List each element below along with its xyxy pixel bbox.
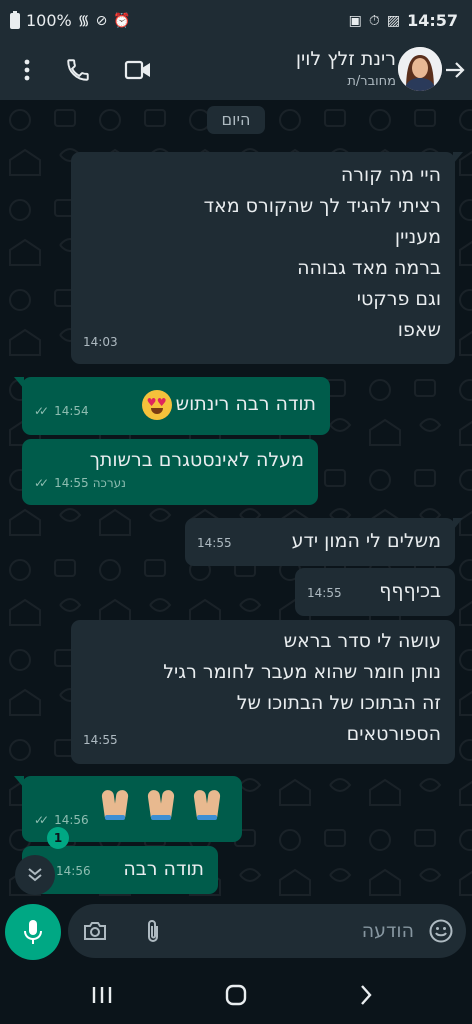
message-composer[interactable]: [68, 904, 466, 958]
message-text: משלים לי המון ידע: [291, 530, 441, 552]
bubble-tail: [453, 518, 463, 530]
chat-area[interactable]: היום היי מה קורה רציתי להגיד לך שהקורס מ…: [0, 100, 472, 900]
scroll-to-bottom-button[interactable]: [15, 855, 55, 895]
message-line: רציתי להגיד לך שהקורס מאד: [203, 195, 441, 217]
status-bar: 100% ᯾ ⊘ ⏰ ▣ ⏱ ▨ 14:57: [0, 0, 472, 42]
message-text: תודה רבה רינתוש ♥ ♥: [138, 389, 316, 420]
message-text: עושה לי סדר בראש נותן חומר שהוא מעבר לחו…: [163, 626, 441, 750]
notification-icon: ▣: [348, 12, 362, 29]
message-time: 14:55: [197, 536, 232, 550]
recent-apps-icon[interactable]: [82, 980, 122, 1010]
message-line: היי מה קורה: [340, 164, 441, 186]
message-text: תודה רבה: [123, 858, 204, 880]
message-input[interactable]: [214, 904, 414, 958]
alarm-icon: ⏰: [113, 12, 131, 29]
message-time: 14:54: [54, 404, 89, 418]
message-line: שאפו: [397, 319, 441, 341]
mute-icon: ⊘: [95, 12, 108, 29]
voice-message-button[interactable]: [5, 904, 61, 960]
message-line: הספורטאים: [346, 723, 441, 745]
read-receipt-icon: ✓✓: [34, 813, 49, 827]
message-meta: ✓✓ 14:55 נערכה: [34, 468, 126, 499]
emoji-icon[interactable]: [426, 916, 456, 946]
message-bubble-outgoing[interactable]: תודה רבה רינתוש ♥ ♥ ✓✓ 14:54: [14, 377, 330, 435]
double-chevron-down-icon: [28, 868, 42, 882]
message-text: בכיףףף: [379, 580, 441, 602]
message-time: 14:55: [83, 733, 118, 747]
attach-icon[interactable]: [138, 916, 168, 946]
gallery-icon: ▨: [386, 12, 401, 29]
message-line: תודה רבה רינתוש: [175, 393, 316, 415]
message-line: זה הבתוכו של הבתוכו של: [236, 692, 441, 714]
read-receipt-icon: ✓✓: [34, 404, 49, 418]
message-time: 14:03: [83, 335, 118, 349]
message-line: נותן חומר שהוא מעבר לחומר רגיל: [163, 661, 441, 683]
back-arrow-icon[interactable]: [440, 55, 470, 85]
message-bubble-outgoing[interactable]: מעלה לאינסטגרם ברשותך ✓✓ 14:55 נערכה: [22, 439, 318, 505]
folded-hands-emoji: [101, 780, 221, 820]
back-icon[interactable]: [346, 980, 386, 1010]
message-line: וגם פרקטי: [356, 288, 441, 310]
message-meta: ✓✓ 14:54: [34, 396, 89, 427]
heart-eyes-emoji: ♥ ♥: [141, 389, 172, 420]
microphone-icon: [24, 920, 42, 944]
edited-label: נערכה: [92, 476, 126, 490]
message-bubble-incoming[interactable]: היי מה קורה רציתי להגיד לך שהקורס מאד מע…: [71, 152, 463, 364]
message-meta: 14:55: [197, 528, 232, 559]
avatar[interactable]: [398, 47, 442, 91]
timer-icon: ⏱: [368, 12, 380, 29]
system-navigation-bar: [0, 966, 472, 1024]
video-call-icon[interactable]: [123, 55, 153, 85]
message-time: 14:56: [56, 864, 91, 878]
camera-icon[interactable]: [80, 916, 110, 946]
bubble-tail: [453, 152, 463, 164]
unread-count-badge: 1: [47, 827, 69, 849]
message-line: ברמה מאד גבוהה: [297, 257, 441, 279]
message-meta: 14:03: [83, 327, 118, 358]
message-line: מעניין: [394, 226, 441, 248]
voice-call-icon[interactable]: [63, 55, 93, 85]
chat-header: רינת זלץ לוין מחובר/ת: [0, 42, 472, 100]
home-icon[interactable]: [216, 980, 256, 1010]
message-bubble-incoming[interactable]: בכיףףף 14:55: [295, 568, 455, 616]
message-line: עושה לי סדר בראש: [283, 630, 441, 652]
message-meta: 14:55: [307, 578, 342, 609]
message-bubble-incoming[interactable]: משלים לי המון ידע 14:55: [185, 518, 463, 566]
date-chip: היום: [207, 106, 265, 134]
read-receipt-icon: ✓✓: [34, 476, 49, 490]
more-options-icon[interactable]: [12, 55, 42, 85]
battery-icon: [10, 10, 20, 29]
message-meta: 14:56: [56, 856, 91, 887]
contact-name[interactable]: רינת זלץ לוין: [296, 48, 396, 70]
contact-status: מחובר/ת: [347, 74, 396, 89]
bubble-tail: [14, 377, 24, 389]
battery-percentage: 100%: [26, 11, 72, 30]
message-time: 14:55: [307, 586, 342, 600]
message-meta: 14:55: [83, 725, 118, 756]
message-time: 14:55: [54, 476, 89, 490]
message-text: היי מה קורה רציתי להגיד לך שהקורס מאד מע…: [204, 160, 441, 346]
bubble-tail: [14, 776, 24, 788]
wifi-icon: ᯾: [77, 12, 90, 29]
folded-hands-emoji: [147, 788, 175, 820]
folded-hands-emoji: [193, 788, 221, 820]
message-bubble-incoming[interactable]: עושה לי סדר בראש נותן חומר שהוא מעבר לחו…: [71, 620, 455, 764]
clock: 14:57: [407, 11, 458, 30]
folded-hands-emoji: [101, 788, 129, 820]
